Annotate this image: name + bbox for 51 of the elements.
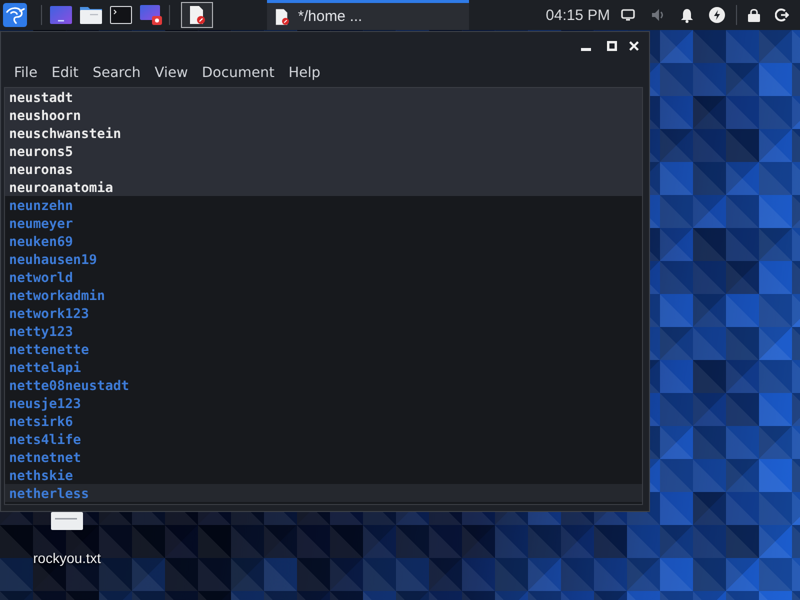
menu-item[interactable]: Edit	[44, 63, 86, 83]
minimize-icon	[581, 48, 591, 51]
text-line: neustadt	[9, 91, 74, 106]
menu-item[interactable]: Search	[86, 63, 148, 83]
close-button[interactable]	[629, 41, 639, 51]
text-line: netherless	[9, 487, 90, 502]
menu-item[interactable]: Document	[194, 63, 282, 83]
text-line: neuronas	[9, 163, 74, 178]
display-icon[interactable]	[621, 9, 635, 21]
menu-item[interactable]: Help	[281, 63, 328, 83]
task-button[interactable]	[181, 2, 213, 28]
text-line: network123	[9, 307, 90, 322]
text-line: netsirk6	[9, 415, 74, 430]
screen-recorder-icon[interactable]	[140, 5, 162, 25]
volume-icon[interactable]	[651, 8, 665, 22]
lock-icon[interactable]	[748, 8, 760, 22]
text-line: netnetnet	[9, 451, 82, 466]
text-line: neumeyer	[9, 217, 74, 232]
file-label[interactable]: rockyou.txt	[33, 550, 101, 566]
text-line: nette08neustadt	[9, 379, 130, 394]
clock[interactable]: 04:15 PM	[546, 6, 610, 24]
logout-icon[interactable]	[775, 8, 789, 22]
text-line: neurons5	[9, 145, 74, 160]
text-line: neuschwanstein	[9, 127, 122, 142]
text-line: neuken69	[9, 235, 74, 250]
maximize-button[interactable]	[607, 41, 617, 51]
text-line: nets4life	[9, 433, 82, 448]
text-line: neuhausen19	[9, 253, 98, 268]
lightning-icon[interactable]	[709, 7, 725, 23]
maximize-icon	[607, 41, 617, 51]
text-line: networkadmin	[9, 289, 106, 304]
text-line: nettenette	[9, 343, 90, 358]
text-line: nethskie	[9, 469, 74, 484]
document-icon	[275, 8, 289, 24]
bell-icon[interactable]	[680, 8, 694, 22]
text-line: nettelapi	[9, 361, 82, 376]
terminal-icon[interactable]	[110, 6, 132, 24]
menu-item[interactable]: File	[7, 63, 44, 83]
text-line: neuroanatomia	[9, 181, 114, 196]
taskbar-task[interactable]: */home ...	[267, 0, 469, 30]
text-line: neusje123	[9, 397, 82, 412]
dragon-icon[interactable]	[3, 3, 27, 27]
folder-icon[interactable]	[80, 6, 102, 24]
text-line: neunzehn	[9, 199, 74, 214]
text-line: netty123	[9, 325, 74, 340]
window-icon[interactable]	[50, 6, 72, 24]
close-icon	[629, 41, 639, 51]
text-line: neushoorn	[9, 109, 82, 124]
document-icon	[189, 6, 205, 24]
text-line: networld	[9, 271, 74, 286]
menu-item[interactable]: View	[148, 63, 195, 83]
